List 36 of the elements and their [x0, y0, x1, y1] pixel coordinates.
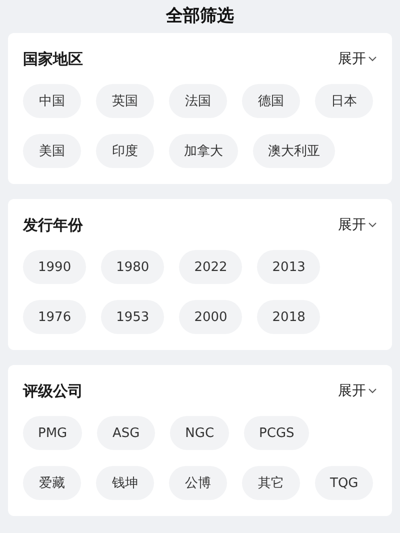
page-title: 全部筛选 [164, 5, 235, 28]
filter-option[interactable]: 爱藏 [23, 466, 81, 500]
chevron-down-icon [368, 388, 377, 394]
filter-option[interactable]: 其它 [242, 466, 300, 500]
section-heading: 评级公司 [23, 382, 83, 400]
filter-option[interactable]: 中国 [23, 84, 81, 118]
filter-option[interactable]: 1953 [101, 300, 164, 334]
section-heading: 发行年份 [23, 216, 83, 234]
filter-option[interactable]: 公博 [169, 466, 227, 500]
filter-option[interactable]: 1976 [23, 300, 86, 334]
filter-option[interactable]: 1980 [101, 250, 164, 284]
filter-option[interactable]: 2013 [257, 250, 320, 284]
filter-option[interactable]: 2018 [257, 300, 320, 334]
filter-option[interactable]: 2022 [179, 250, 242, 284]
filter-option[interactable]: TQG [315, 466, 374, 500]
filter-option[interactable]: 钱坤 [96, 466, 154, 500]
filter-option[interactable]: ASG [97, 416, 156, 450]
filter-option[interactable]: 英国 [96, 84, 154, 118]
expand-button[interactable]: 展开 [338, 382, 377, 400]
section-heading: 国家地区 [23, 50, 83, 68]
filter-option[interactable]: 印度 [96, 134, 154, 168]
filter-option[interactable]: PMG [23, 416, 82, 450]
chevron-down-icon [368, 222, 377, 228]
expand-button[interactable]: 展开 [338, 50, 377, 68]
filter-option[interactable]: 1990 [23, 250, 86, 284]
filter-option[interactable]: 德国 [242, 84, 300, 118]
filter-option[interactable]: NGC [170, 416, 230, 450]
expand-button[interactable]: 展开 [338, 216, 377, 234]
filter-option[interactable]: PCGS [244, 416, 310, 450]
filter-option[interactable]: 美国 [23, 134, 81, 168]
chevron-down-icon [368, 56, 377, 62]
filter-option[interactable]: 法国 [169, 84, 227, 118]
filter-option[interactable]: 2000 [179, 300, 242, 334]
filter-option[interactable]: 加拿大 [169, 134, 238, 168]
filter-option[interactable]: 澳大利亚 [253, 134, 335, 168]
filter-option[interactable]: 日本 [315, 84, 373, 118]
